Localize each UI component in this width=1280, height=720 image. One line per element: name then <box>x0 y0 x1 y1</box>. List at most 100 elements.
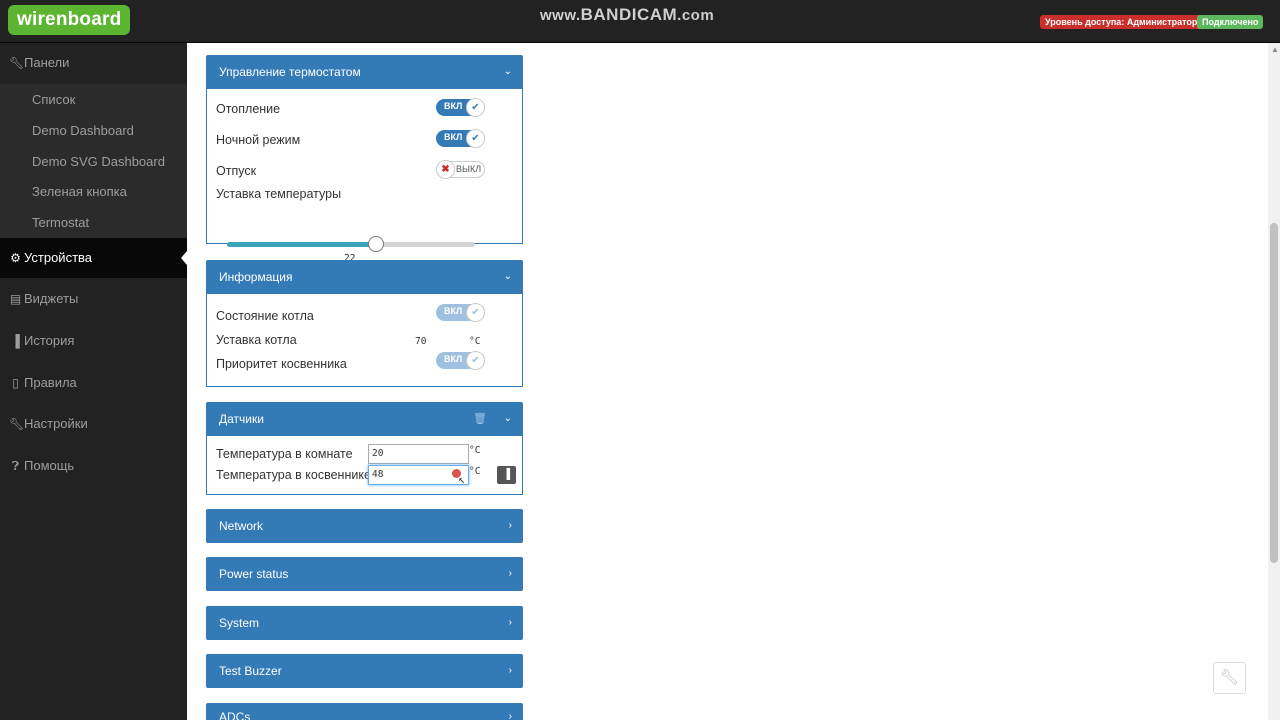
room-temp-label: Температура в комнате <box>216 447 353 461</box>
sidebar-subitem-demo-svg-dashboard[interactable]: Demo SVG Dashboard <box>0 146 187 177</box>
thermostat-panel-body: Отопление ВКЛ ✔ Ночной режим ВКЛ ✔ Отпус… <box>206 89 523 265</box>
chevron-right-icon[interactable]: › <box>509 509 512 543</box>
panel-title: Power status <box>219 567 289 581</box>
info-panel: Информация ⌄ Состояние котла ВКЛ ✔ Устав… <box>206 260 523 387</box>
night-mode-toggle[interactable]: ВКЛ ✔ <box>436 129 485 148</box>
sensors-panel-header[interactable]: Датчики 🗑︎ ⌄ <box>206 402 523 436</box>
vacation-label: Отпуск <box>216 164 257 178</box>
boiler-setpoint-unit: °C <box>469 336 481 347</box>
tank-temp-unit: °C <box>469 466 481 477</box>
page-scrollbar[interactable]: ▲ <box>1268 43 1280 720</box>
network-panel[interactable]: Network › <box>206 509 523 543</box>
chevron-down-icon[interactable]: ⌄ <box>504 55 512 89</box>
sensors-panel-body: Температура в комнате 20 °C Температура … <box>206 436 523 495</box>
panel-title: System <box>219 616 260 630</box>
sidebar-item-settings[interactable]: 🔧︎Настройки <box>0 404 187 444</box>
watermark-prefix: www. <box>540 7 581 24</box>
setpoint-slider[interactable] <box>227 236 475 252</box>
tank-temp-input[interactable]: 48 ↖ <box>368 465 469 486</box>
setpoint-label: Уставка температуры <box>216 187 342 201</box>
room-temp-value: 20 <box>372 448 384 459</box>
wrench-icon: 🔧︎ <box>1219 669 1240 686</box>
info-panel-header[interactable]: Информация ⌄ <box>206 260 523 294</box>
sidebar-item-rules[interactable]: ▯ Правила <box>0 363 187 403</box>
tank-temp-value: 48 <box>372 469 384 480</box>
boiler-setpoint-label: Уставка котла <box>216 333 297 347</box>
question-icon: ❓︎ <box>11 459 20 473</box>
panel-title: ADCs <box>219 710 251 720</box>
slider-handle[interactable] <box>367 236 384 252</box>
network-panel-header[interactable]: Network › <box>206 509 523 543</box>
sidebar-item-panels[interactable]: 🔧︎Панели <box>0 43 187 83</box>
chevron-right-icon[interactable]: › <box>509 606 512 640</box>
sidebar-item-label: Помощь <box>24 458 75 473</box>
panel-title: Network <box>219 519 264 533</box>
system-panel-header[interactable]: System › <box>206 606 523 640</box>
sidebar-subitem-green-button[interactable]: Зеленая кнопка <box>0 176 187 207</box>
connection-status-badge: Подключено <box>1197 15 1264 29</box>
toggle-state: ВКЛ <box>444 132 463 142</box>
file-icon: ▯ <box>12 376 19 390</box>
priority-label: Приоритет косвенника <box>216 357 347 371</box>
sidebar-subitem-termostat[interactable]: Termostat <box>0 207 187 238</box>
sidebar-item-history[interactable]: ▐ История <box>0 321 187 361</box>
chevron-down-icon[interactable]: ⌄ <box>504 260 512 294</box>
chevron-right-icon[interactable]: › <box>509 703 512 720</box>
chevron-right-icon[interactable]: › <box>509 557 512 591</box>
sensors-panel: Датчики 🗑︎ ⌄ Температура в комнате 20 °C… <box>206 402 523 495</box>
wirenboard-logo[interactable]: wirenboard <box>8 5 131 35</box>
scrollbar-thumb[interactable] <box>1270 223 1278 563</box>
panel-title: Test Buzzer <box>219 664 282 678</box>
sidebar: 🔧︎Панели Список Demo Dashboard Demo SVG … <box>0 43 187 720</box>
chevron-down-icon[interactable]: ⌄ <box>504 402 512 436</box>
sidebar-item-label: Панели <box>24 55 70 70</box>
chart-button[interactable]: ▐ <box>497 466 516 484</box>
sidebar-item-label: Правила <box>24 375 77 390</box>
boiler-setpoint-value: 70 <box>415 336 427 347</box>
adcs-panel[interactable]: ADCs › <box>206 703 523 720</box>
bar-chart-icon: ▐ <box>502 469 511 480</box>
vacation-toggle[interactable]: ✖ ВЫКЛ <box>436 160 485 179</box>
access-level-badge[interactable]: Уровень доступа: Администратор <box>1040 15 1203 29</box>
room-temp-input[interactable]: 20 <box>368 444 469 464</box>
mouse-cursor-icon: ↖ <box>458 473 465 486</box>
slider-fill <box>227 242 376 247</box>
heating-toggle[interactable]: ВКЛ ✔ <box>436 98 485 117</box>
top-navbar: wirenboard www.BANDICAM.com Уровень дост… <box>0 0 1280 43</box>
priority-toggle: ВКЛ ✔ <box>436 351 485 370</box>
trash-icon[interactable]: 🗑︎ <box>473 402 487 436</box>
test-buzzer-panel-header[interactable]: Test Buzzer › <box>206 654 523 688</box>
sidebar-item-label: Настройки <box>24 416 88 431</box>
sidebar-item-label: Виджеты <box>24 291 79 306</box>
info-panel-body: Состояние котла ВКЛ ✔ Уставка котла 70 °… <box>206 294 523 387</box>
sidebar-item-devices[interactable]: ⚙ Устройства <box>0 238 187 278</box>
power-status-panel-header[interactable]: Power status › <box>206 557 523 591</box>
scroll-up-icon[interactable]: ▲ <box>1271 45 1279 54</box>
check-icon: ✔ <box>466 351 485 370</box>
night-mode-label: Ночной режим <box>216 133 301 147</box>
adcs-panel-header[interactable]: ADCs › <box>206 703 523 720</box>
sidebar-item-widgets[interactable]: ▤ Виджеты <box>0 279 187 319</box>
thermostat-panel-header[interactable]: Управление термостатом ⌄ <box>206 55 523 89</box>
power-status-panel[interactable]: Power status › <box>206 557 523 591</box>
watermark-brand: BANDICAM <box>580 5 678 24</box>
sidebar-item-help[interactable]: ❓︎ Помощь <box>0 446 187 486</box>
toggle-state: ВКЛ <box>444 306 463 316</box>
system-panel[interactable]: System › <box>206 606 523 640</box>
sidebar-item-label: История <box>24 333 75 348</box>
chevron-right-icon[interactable]: › <box>509 654 512 688</box>
recording-watermark: www.BANDICAM.com <box>540 5 714 25</box>
bar-chart-icon: ▐ <box>11 334 20 348</box>
panel-title: Управление термостатом <box>219 65 361 79</box>
wrench-icon: 🔧︎ <box>9 56 25 70</box>
sidebar-item-label: Устройства <box>24 250 93 265</box>
toggle-state: ВКЛ <box>444 354 463 364</box>
wrench-icon: 🔧︎ <box>9 417 25 431</box>
boiler-state-toggle: ВКЛ ✔ <box>436 303 485 322</box>
edit-tools-button[interactable]: 🔧︎ <box>1213 662 1246 694</box>
sidebar-subitem-demo-dashboard[interactable]: Demo Dashboard <box>0 115 187 146</box>
sidebar-subitem-list[interactable]: Список <box>0 84 187 115</box>
test-buzzer-panel[interactable]: Test Buzzer › <box>206 654 523 688</box>
tank-temp-label: Температура в косвеннике <box>216 468 371 482</box>
check-icon: ✔ <box>466 303 485 322</box>
